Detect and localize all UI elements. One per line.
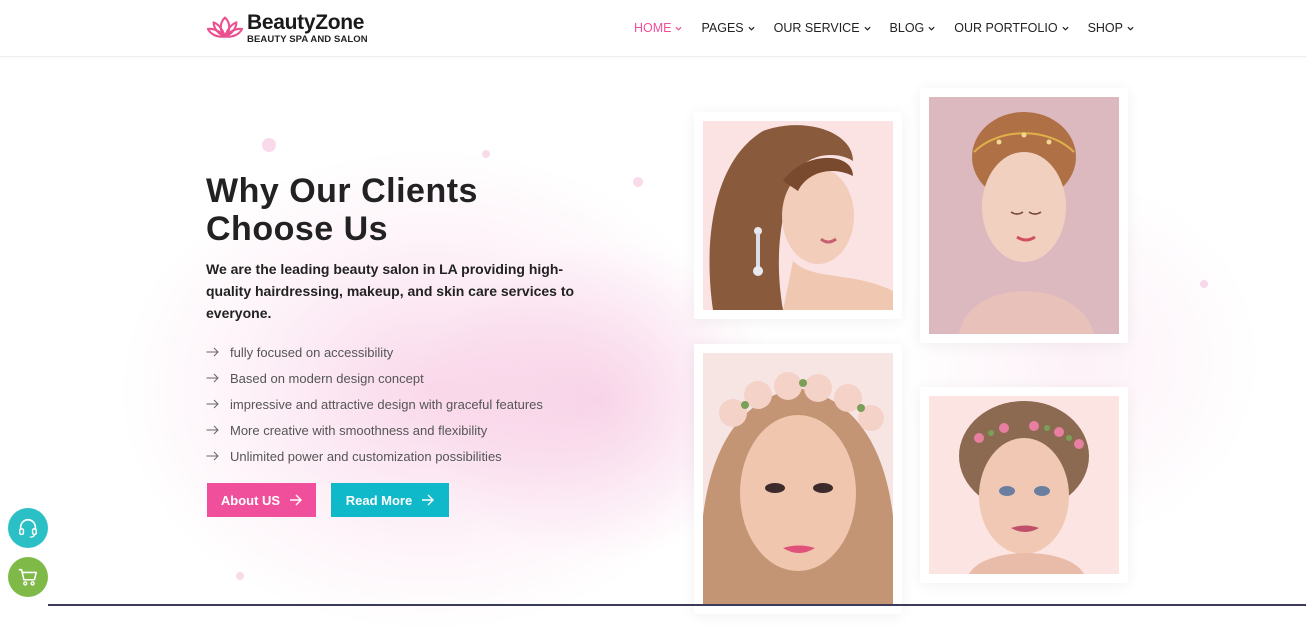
nav-item-blog[interactable]: BLOG xyxy=(890,21,936,35)
list-item: Unlimited power and customization possib… xyxy=(206,443,543,469)
feature-text: fully focused on accessibility xyxy=(230,344,394,360)
main-nav: HOME PAGES OUR SERVICE BLOG OUR PORTFOLI… xyxy=(615,0,1134,56)
brand-tagline: BEAUTY SPA AND SALON xyxy=(247,33,368,45)
lotus-icon xyxy=(206,16,244,38)
about-us-button[interactable]: About US xyxy=(207,483,316,517)
chevron-down-icon xyxy=(863,26,871,31)
photo-woman-hair-vine xyxy=(929,97,1119,334)
cart-icon xyxy=(18,568,38,586)
arrow-right-icon xyxy=(206,347,219,357)
paint-dot xyxy=(262,138,276,152)
arrow-right-icon xyxy=(206,399,219,409)
gallery-card[interactable] xyxy=(694,344,902,614)
section-lead: We are the leading beauty salon in LA pr… xyxy=(206,261,575,321)
feature-text: Unlimited power and customization possib… xyxy=(230,448,502,464)
list-item: Based on modern design concept xyxy=(206,365,543,391)
list-item: More creative with smoothness and flexib… xyxy=(206,417,543,443)
section-heading: Why Our Clients Choose Us xyxy=(206,172,478,248)
chevron-down-icon xyxy=(675,26,683,31)
gallery-card[interactable] xyxy=(920,387,1128,583)
arrow-right-icon xyxy=(206,451,219,461)
chevron-down-icon xyxy=(928,26,935,31)
photo-woman-earrings xyxy=(703,121,893,310)
nav-label: BLOG xyxy=(889,21,925,35)
logo[interactable]: BeautyZone BEAUTY SPA AND SALON xyxy=(206,10,368,46)
site-header: BeautyZone BEAUTY SPA AND SALON HOME PAG… xyxy=(0,0,1306,57)
paint-dot xyxy=(236,572,244,580)
gallery-card[interactable] xyxy=(920,88,1128,343)
paint-dot xyxy=(633,177,643,187)
nav-label: OUR SERVICE xyxy=(773,21,860,35)
nav-label: SHOP xyxy=(1087,21,1123,35)
photo-woman-flower-crown xyxy=(703,353,893,605)
nav-item-pages[interactable]: PAGES xyxy=(701,21,755,35)
nav-item-shop[interactable]: SHOP xyxy=(1088,21,1134,35)
nav-label: PAGES xyxy=(701,21,744,35)
nav-item-our-service[interactable]: OUR SERVICE xyxy=(774,21,871,35)
nav-item-our-portfolio[interactable]: OUR PORTFOLIO xyxy=(954,21,1069,35)
support-button[interactable] xyxy=(8,508,48,548)
nav-label: HOME xyxy=(633,21,672,35)
paint-dot xyxy=(482,150,490,158)
gallery-card[interactable] xyxy=(694,112,902,319)
cart-button[interactable] xyxy=(8,557,48,597)
photo-woman-braided-crown xyxy=(929,396,1119,574)
feature-text: More creative with smoothness and flexib… xyxy=(230,422,488,438)
chevron-down-icon xyxy=(1127,26,1134,31)
feature-list: fully focused on accessibility Based on … xyxy=(206,339,543,469)
nav-label: OUR PORTFOLIO xyxy=(954,21,1058,35)
arrow-right-icon xyxy=(206,425,219,435)
list-item: impressive and attractive design with gr… xyxy=(206,391,543,417)
button-label: Read More xyxy=(345,492,413,508)
arrow-right-icon xyxy=(206,373,219,383)
paint-dot xyxy=(1200,280,1208,288)
brand-name: BeautyZone xyxy=(247,10,365,34)
list-item: fully focused on accessibility xyxy=(206,339,543,365)
chevron-down-icon xyxy=(1062,26,1069,31)
feature-text: Based on modern design concept xyxy=(230,370,424,386)
button-label: About US xyxy=(220,492,281,508)
chevron-down-icon xyxy=(748,26,755,31)
feature-text: impressive and attractive design with gr… xyxy=(230,396,543,412)
arrow-right-icon xyxy=(290,494,303,506)
headset-icon xyxy=(19,518,37,538)
nav-item-home[interactable]: HOME xyxy=(634,21,683,35)
read-more-button[interactable]: Read More xyxy=(331,483,449,517)
arrow-right-icon xyxy=(422,494,435,506)
